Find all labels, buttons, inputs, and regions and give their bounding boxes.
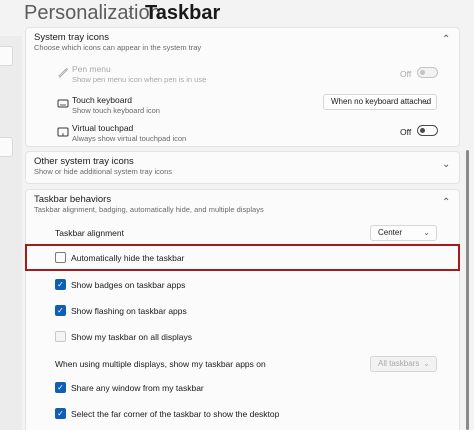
section-description: Taskbar alignment, badging, automaticall… bbox=[34, 205, 264, 214]
taskbar-alignment-label: Taskbar alignment bbox=[55, 228, 124, 238]
taskbar-alignment-value: Center bbox=[378, 228, 403, 237]
multi-display-value: All taskbars bbox=[378, 359, 420, 368]
pen-menu-toggle[interactable] bbox=[417, 67, 438, 78]
far-corner-label: Select the far corner of the taskbar to … bbox=[71, 409, 280, 419]
chevron-down-icon[interactable]: ⌄ bbox=[442, 159, 450, 170]
touch-keyboard-dropdown-value: When no keyboard attached bbox=[331, 97, 432, 106]
touch-keyboard-description: Show touch keyboard icon bbox=[72, 106, 160, 115]
share-window-checkbox[interactable]: ✓ bbox=[55, 382, 66, 393]
left-nav-pane bbox=[0, 36, 22, 430]
checkmark-icon: ✓ bbox=[57, 383, 64, 392]
virtual-touchpad-state: Off bbox=[400, 127, 412, 137]
flashing-label: Show flashing on taskbar apps bbox=[71, 306, 187, 316]
section-description: Show or hide additional system tray icon… bbox=[34, 167, 172, 176]
taskbar-alignment-dropdown[interactable]: Center ⌄ bbox=[370, 225, 437, 241]
chevron-up-icon[interactable]: ⌃ bbox=[442, 197, 450, 208]
keyboard-icon bbox=[57, 96, 69, 114]
far-corner-checkbox[interactable]: ✓ bbox=[55, 408, 66, 419]
multi-display-label: When using multiple displays, show my ta… bbox=[55, 359, 266, 369]
breadcrumb-parent[interactable]: Personalization bbox=[24, 2, 161, 25]
breadcrumb-separator-icon: › bbox=[128, 5, 133, 22]
chevron-up-icon[interactable]: ⌃ bbox=[442, 34, 450, 45]
left-nav-item[interactable] bbox=[0, 137, 13, 157]
section-title: Taskbar behaviors bbox=[34, 194, 112, 205]
multi-display-dropdown[interactable]: All taskbars ⌄ bbox=[370, 356, 437, 372]
chevron-down-icon: ⌄ bbox=[423, 359, 430, 368]
pen-menu-label: Pen menu bbox=[72, 64, 111, 74]
share-window-label: Share any window from my taskbar bbox=[71, 383, 204, 393]
chevron-down-icon: ⌄ bbox=[423, 97, 430, 106]
pen-menu-description: Show pen menu icon when pen is in use bbox=[72, 75, 207, 84]
pen-icon bbox=[57, 65, 69, 83]
checkmark-icon: ✓ bbox=[57, 280, 64, 289]
touchpad-icon bbox=[57, 125, 69, 143]
pen-menu-state: Off bbox=[400, 69, 412, 79]
section-title: System tray icons bbox=[34, 32, 109, 43]
autohide-label: Automatically hide the taskbar bbox=[71, 253, 185, 263]
virtual-touchpad-toggle[interactable] bbox=[417, 125, 438, 136]
badges-checkbox[interactable]: ✓ bbox=[55, 279, 66, 290]
checkmark-icon: ✓ bbox=[57, 409, 64, 418]
touch-keyboard-label: Touch keyboard bbox=[72, 95, 133, 105]
badges-label: Show badges on taskbar apps bbox=[71, 280, 186, 290]
flashing-checkbox[interactable]: ✓ bbox=[55, 305, 66, 316]
checkmark-icon: ✓ bbox=[57, 306, 64, 315]
all-displays-checkbox[interactable] bbox=[55, 331, 66, 342]
scrollbar-thumb[interactable] bbox=[466, 150, 469, 430]
section-title: Other system tray icons bbox=[34, 156, 134, 167]
virtual-touchpad-description: Always show virtual touchpad icon bbox=[72, 134, 187, 143]
page-title: Taskbar bbox=[145, 2, 221, 24]
autohide-checkbox[interactable] bbox=[55, 252, 66, 263]
touch-keyboard-dropdown[interactable]: When no keyboard attached ⌄ bbox=[323, 94, 437, 110]
virtual-touchpad-label: Virtual touchpad bbox=[72, 123, 134, 133]
section-description: Choose which icons can appear in the sys… bbox=[34, 43, 202, 52]
chevron-down-icon: ⌄ bbox=[423, 228, 430, 237]
all-displays-label: Show my taskbar on all displays bbox=[71, 332, 192, 342]
left-nav-item[interactable] bbox=[0, 46, 13, 66]
